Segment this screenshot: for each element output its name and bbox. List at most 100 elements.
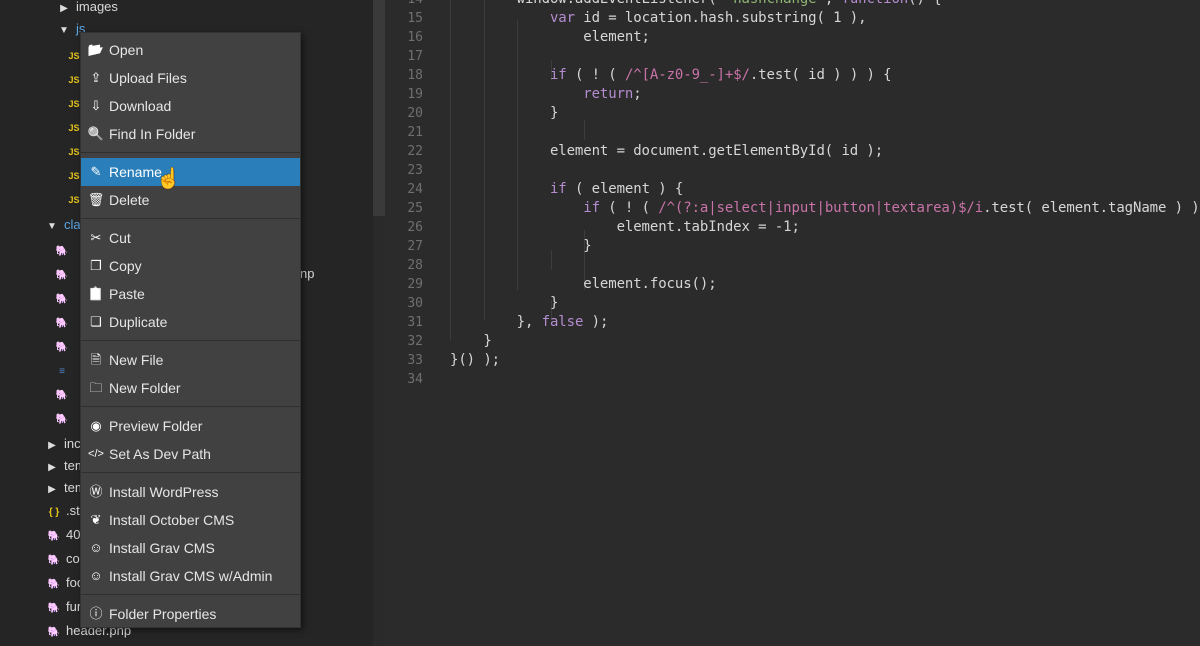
- code-token: }: [450, 105, 559, 121]
- code-token: var: [549, 10, 575, 26]
- line-number: 23: [407, 163, 423, 178]
- file-upload-icon: ⇪: [90, 70, 102, 85]
- sidebar-scrollbar[interactable]: [373, 0, 385, 646]
- tree-item-label: images: [76, 0, 118, 14]
- code-text: }() );: [450, 351, 500, 370]
- code-token: window.addEventListener(: [450, 0, 725, 7]
- menu-item-delete[interactable]: 🗑 Delete: [81, 186, 300, 214]
- tree-item[interactable]: { } .st: [46, 500, 80, 522]
- line-number: 26: [407, 220, 423, 235]
- tree-item[interactable]: 🐘 foo: [46, 572, 84, 594]
- tree-item[interactable]: 🐘: [54, 239, 74, 261]
- file-download-icon: ⇩: [90, 98, 102, 113]
- php-icon: 🐘: [55, 294, 69, 305]
- tree-item[interactable]: 🐘: [54, 407, 74, 429]
- grav-icon: ☺: [89, 568, 103, 583]
- code-editor[interactable]: 14 window.addEventListener( "hashchange"…: [385, 0, 1200, 646]
- caret-right-icon: ▶: [48, 440, 56, 451]
- php-icon: 🐘: [55, 318, 69, 329]
- menu-separator: [81, 406, 300, 407]
- code-line: 15 var id = location.hash.substring( 1 )…: [385, 9, 1200, 28]
- caret-down-icon: ▼: [59, 25, 69, 36]
- tree-item[interactable]: ▶ inc: [44, 433, 80, 455]
- code-line: 24 if ( element ) {: [385, 180, 1200, 199]
- code-text: }: [450, 104, 558, 123]
- edit-icon: ✎: [90, 164, 102, 179]
- menu-item-cut[interactable]: ✂ Cut: [81, 224, 300, 252]
- php-icon: 🐘: [47, 555, 61, 566]
- line-number: 20: [407, 106, 423, 121]
- menu-item-label: New Folder: [109, 380, 181, 396]
- line-number: 19: [407, 87, 423, 102]
- tree-item[interactable]: ▶ images: [56, 0, 118, 18]
- code-token: function: [841, 0, 908, 7]
- line-number: 34: [407, 372, 423, 387]
- code-token: element;: [450, 29, 650, 45]
- code-token: id = location.hash.substring( 1 ),: [574, 10, 867, 26]
- menu-item-find-in-folder[interactable]: 🔍 Find In Folder: [81, 120, 300, 148]
- new-folder-icon: 🗀: [89, 380, 103, 395]
- copy-icon: ❐: [90, 258, 102, 273]
- menu-item-rename[interactable]: ✎ Rename: [81, 158, 300, 186]
- menu-item-install-grav-cms-w-admin[interactable]: ☺ Install Grav CMS w/Admin: [81, 562, 300, 590]
- menu-item-open[interactable]: 📂 Open: [81, 36, 300, 64]
- code-token: "hashchange": [725, 0, 825, 7]
- code-text: if ( element ) {: [450, 180, 683, 199]
- tree-item[interactable]: 🐘: [54, 335, 74, 357]
- context-menu: 📂 Open ⇪ Upload Files ⇩ Download 🔍 Find In Fold…: [80, 32, 301, 628]
- code-token: ( ! (: [566, 67, 625, 83]
- code-line: 14 window.addEventListener( "hashchange"…: [385, 0, 1200, 9]
- sidebar-scrollbar-thumb[interactable]: [373, 0, 385, 216]
- line-number: 31: [407, 315, 423, 330]
- php-icon: 🐘: [55, 246, 69, 257]
- menu-item-label: Delete: [109, 192, 150, 208]
- php-icon: 🐘: [55, 270, 69, 281]
- code-line: 26 element.tabIndex = -1;: [385, 218, 1200, 237]
- tree-item[interactable]: 🐘: [54, 311, 74, 333]
- tree-item[interactable]: ≡: [54, 359, 74, 381]
- line-number: 28: [407, 258, 423, 273]
- code-text: var id = location.hash.substring( 1 ),: [450, 9, 867, 28]
- menu-item-preview-folder[interactable]: ◉ Preview Folder: [81, 412, 300, 440]
- tree-item[interactable]: 🐘 co: [46, 548, 80, 570]
- tree-item-label: np: [300, 266, 315, 281]
- menu-item-new-file[interactable]: 🗎 New File: [81, 346, 300, 374]
- menu-item-folder-properties[interactable]: ⓘ Folder Properties: [81, 600, 300, 628]
- php-icon: 🐘: [47, 531, 61, 542]
- code-token: }: [450, 238, 592, 254]
- line-number: 14: [385, 0, 423, 9]
- tree-item[interactable]: 🐘 fur: [46, 596, 81, 618]
- line-number: 17: [407, 49, 423, 64]
- menu-item-copy[interactable]: ❐ Copy: [81, 252, 300, 280]
- code-token: return: [583, 86, 634, 102]
- menu-item-label: Copy: [109, 258, 142, 274]
- menu-item-install-october-cms[interactable]: ❦ Install October CMS: [81, 506, 300, 534]
- grav-icon: ☺: [89, 540, 103, 555]
- menu-item-upload-files[interactable]: ⇪ Upload Files: [81, 64, 300, 92]
- tree-item[interactable]: 🐘 40: [46, 524, 81, 546]
- code-token: element.focus();: [450, 276, 717, 292]
- code-line: 31 }, false );: [385, 313, 1200, 332]
- menu-item-label: Open: [109, 42, 144, 58]
- code-line: 22 element = document.getElementById( id…: [385, 142, 1200, 161]
- line-number: 22: [407, 144, 423, 159]
- menu-item-new-folder[interactable]: 🗀 New Folder: [81, 374, 300, 402]
- menu-item-duplicate[interactable]: ❏ Duplicate: [81, 308, 300, 336]
- tree-item[interactable]: 🐘: [54, 383, 74, 405]
- menu-item-download[interactable]: ⇩ Download: [81, 92, 300, 120]
- menu-item-install-wordpress[interactable]: Ⓦ Install WordPress: [81, 478, 300, 506]
- php-icon: 🐘: [47, 627, 61, 638]
- menu-item-paste[interactable]: 📋 Paste: [81, 280, 300, 308]
- menu-item-label: Duplicate: [109, 314, 168, 330]
- tree-item-label: fur: [66, 599, 82, 614]
- code-text: element = document.getElementById( id );: [450, 142, 883, 161]
- code-text: }: [450, 237, 592, 256]
- menu-item-set-as-dev-path[interactable]: </> Set As Dev Path: [81, 440, 300, 468]
- code-line: 19 return;: [385, 85, 1200, 104]
- caret-right-icon: ▶: [48, 462, 56, 473]
- menu-item-install-grav-cms[interactable]: ☺ Install Grav CMS: [81, 534, 300, 562]
- code-text: element;: [450, 28, 650, 47]
- code-line: 27 }: [385, 237, 1200, 256]
- tree-item[interactable]: 🐘: [54, 287, 74, 309]
- tree-item[interactable]: 🐘 np: [54, 263, 315, 285]
